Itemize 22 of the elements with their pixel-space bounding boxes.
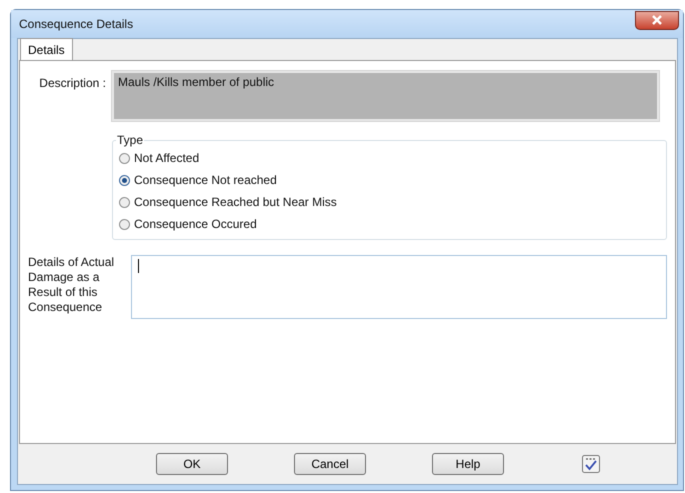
spellcheck-icon [582, 455, 600, 473]
radio-label[interactable]: Not Affected [134, 151, 200, 165]
details-field[interactable] [131, 255, 667, 319]
radio-button[interactable] [119, 196, 130, 208]
radio-button[interactable] [119, 152, 130, 164]
description-label: Description : [38, 76, 106, 90]
tab[interactable]: Details [20, 38, 73, 60]
radio-button[interactable] [119, 218, 130, 230]
window-title: Consequence Details [19, 17, 134, 31]
radio-label[interactable]: Consequence Occured [134, 217, 257, 231]
spellcheck-button[interactable] [582, 455, 600, 473]
dialog-button[interactable]: Help [432, 453, 504, 475]
radio-label[interactable]: Consequence Not reached [134, 173, 277, 187]
dialog-button[interactable]: OK [156, 453, 228, 475]
description-field: Mauls /Kills member of public [112, 71, 659, 121]
close-icon [650, 14, 664, 26]
radio-button[interactable] [119, 174, 130, 186]
group-legend: Type [116, 133, 144, 147]
dialog-button[interactable]: Cancel [294, 453, 366, 475]
radio-label[interactable]: Consequence Reached but Near Miss [134, 195, 337, 209]
details-label: Details of Actual Damage as a Result of this Consequence [28, 255, 116, 315]
close-button[interactable] [635, 10, 679, 30]
